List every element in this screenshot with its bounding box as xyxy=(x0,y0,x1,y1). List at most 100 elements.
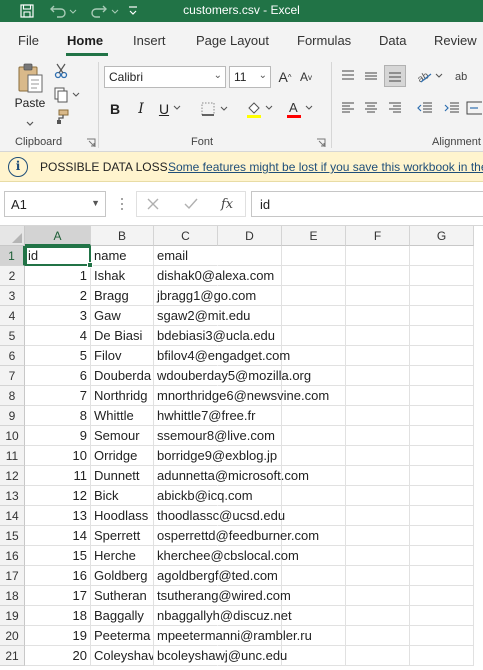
row-header-2[interactable]: 2 xyxy=(0,266,25,286)
row-header-11[interactable]: 11 xyxy=(0,446,25,466)
cell[interactable] xyxy=(346,346,410,366)
name-cell[interactable]: Sperrett xyxy=(91,526,154,546)
id-cell[interactable]: 17 xyxy=(25,586,91,606)
tab-data[interactable]: Data xyxy=(379,33,406,48)
row-header-18[interactable]: 18 xyxy=(0,586,25,606)
cell[interactable] xyxy=(410,386,474,406)
message-link[interactable]: Some features might be lost if you save … xyxy=(168,160,483,174)
row-header-19[interactable]: 19 xyxy=(0,606,25,626)
cell[interactable] xyxy=(410,346,474,366)
cell[interactable] xyxy=(218,246,282,266)
email-cell[interactable]: bdebiasi3@ucla.edu xyxy=(154,326,275,346)
row-header-15[interactable]: 15 xyxy=(0,526,25,546)
cell[interactable] xyxy=(346,286,410,306)
column-header-e[interactable]: E xyxy=(282,226,346,246)
formula-input[interactable]: id xyxy=(251,191,483,217)
email-cell[interactable]: sgaw2@mit.edu xyxy=(154,306,250,326)
cell[interactable] xyxy=(282,566,346,586)
cell[interactable] xyxy=(410,486,474,506)
name-cell[interactable]: Peeterma xyxy=(91,626,154,646)
cell[interactable] xyxy=(410,306,474,326)
cell[interactable] xyxy=(346,546,410,566)
cell[interactable] xyxy=(282,286,346,306)
name-cell[interactable]: Herche xyxy=(91,546,154,566)
name-cell[interactable]: Filov xyxy=(91,346,154,366)
orientation-icon[interactable]: ab xyxy=(416,66,446,86)
cell[interactable] xyxy=(346,266,410,286)
row-header-5[interactable]: 5 xyxy=(0,326,25,346)
merge-center-icon[interactable] xyxy=(466,98,483,118)
name-cell[interactable]: Douberda xyxy=(91,366,154,386)
row-header-9[interactable]: 9 xyxy=(0,406,25,426)
row-header-21[interactable]: 21 xyxy=(0,646,25,666)
cell[interactable] xyxy=(346,466,410,486)
email-cell[interactable]: borridge9@exblog.jp xyxy=(154,446,277,466)
cell[interactable] xyxy=(346,366,410,386)
underline-button[interactable]: U xyxy=(155,98,173,120)
name-cell[interactable]: Northridg xyxy=(91,386,154,406)
enter-check-icon[interactable] xyxy=(184,197,198,214)
row-header-7[interactable]: 7 xyxy=(0,366,25,386)
email-cell[interactable]: abickb@icq.com xyxy=(154,486,253,506)
id-cell[interactable]: 2 xyxy=(25,286,91,306)
name-cell[interactable]: Bragg xyxy=(91,286,154,306)
id-cell[interactable]: 12 xyxy=(25,486,91,506)
column-header-cell[interactable]: email xyxy=(154,246,218,266)
cell[interactable] xyxy=(410,366,474,386)
cell[interactable] xyxy=(282,426,346,446)
id-cell[interactable]: 20 xyxy=(25,646,91,666)
decrease-indent-icon[interactable] xyxy=(414,98,436,118)
cell[interactable] xyxy=(346,406,410,426)
cell[interactable] xyxy=(410,566,474,586)
id-cell[interactable]: 11 xyxy=(25,466,91,486)
row-header-20[interactable]: 20 xyxy=(0,626,25,646)
cell[interactable] xyxy=(282,446,346,466)
cell[interactable] xyxy=(346,606,410,626)
row-header-10[interactable]: 10 xyxy=(0,426,25,446)
id-cell[interactable]: 4 xyxy=(25,326,91,346)
cell[interactable] xyxy=(410,426,474,446)
row-header-8[interactable]: 8 xyxy=(0,386,25,406)
bold-button[interactable]: B xyxy=(106,98,124,120)
align-center-icon[interactable] xyxy=(361,98,381,118)
cell[interactable] xyxy=(282,506,346,526)
column-header-c[interactable]: C xyxy=(154,226,218,246)
email-cell[interactable]: dishak0@alexa.com xyxy=(154,266,274,286)
email-cell[interactable]: bfilov4@engadget.com xyxy=(154,346,290,366)
tab-page-layout[interactable]: Page Layout xyxy=(196,33,269,48)
id-cell[interactable]: 5 xyxy=(25,346,91,366)
align-top-icon[interactable] xyxy=(338,66,358,86)
align-right-icon[interactable] xyxy=(385,98,405,118)
name-cell[interactable]: Dunnett xyxy=(91,466,154,486)
id-cell[interactable]: 10 xyxy=(25,446,91,466)
name-cell[interactable]: Sutheran xyxy=(91,586,154,606)
cell[interactable] xyxy=(410,586,474,606)
column-header-cell[interactable]: name xyxy=(91,246,154,266)
row-header-4[interactable]: 4 xyxy=(0,306,25,326)
name-cell[interactable]: Semour xyxy=(91,426,154,446)
id-cell[interactable]: 16 xyxy=(25,566,91,586)
cell[interactable] xyxy=(282,306,346,326)
paste-dropdown-chevron-icon[interactable] xyxy=(24,119,36,129)
email-cell[interactable]: nbaggallyh@discuz.net xyxy=(154,606,292,626)
row-header-3[interactable]: 3 xyxy=(0,286,25,306)
cell[interactable] xyxy=(282,486,346,506)
id-cell[interactable]: 9 xyxy=(25,426,91,446)
name-cell[interactable]: Goldberg xyxy=(91,566,154,586)
cell[interactable] xyxy=(410,626,474,646)
email-cell[interactable]: kherchee@cbslocal.com xyxy=(154,546,299,566)
copy-icon[interactable] xyxy=(52,86,82,104)
row-header-14[interactable]: 14 xyxy=(0,506,25,526)
tab-home[interactable]: Home xyxy=(67,33,103,48)
cell[interactable] xyxy=(282,646,346,666)
name-cell[interactable]: Baggally xyxy=(91,606,154,626)
column-header-g[interactable]: G xyxy=(410,226,474,246)
decrease-font-size-button[interactable]: Av xyxy=(296,66,316,88)
tab-file[interactable]: File xyxy=(18,33,39,48)
email-cell[interactable]: ssemour8@live.com xyxy=(154,426,275,446)
tab-formulas[interactable]: Formulas xyxy=(297,33,351,48)
email-cell[interactable]: tsutherang@wired.com xyxy=(154,586,291,606)
name-cell[interactable]: Coleyshav xyxy=(91,646,154,666)
email-cell[interactable]: adunnetta@microsoft.com xyxy=(154,466,309,486)
tab-insert[interactable]: Insert xyxy=(133,33,166,48)
